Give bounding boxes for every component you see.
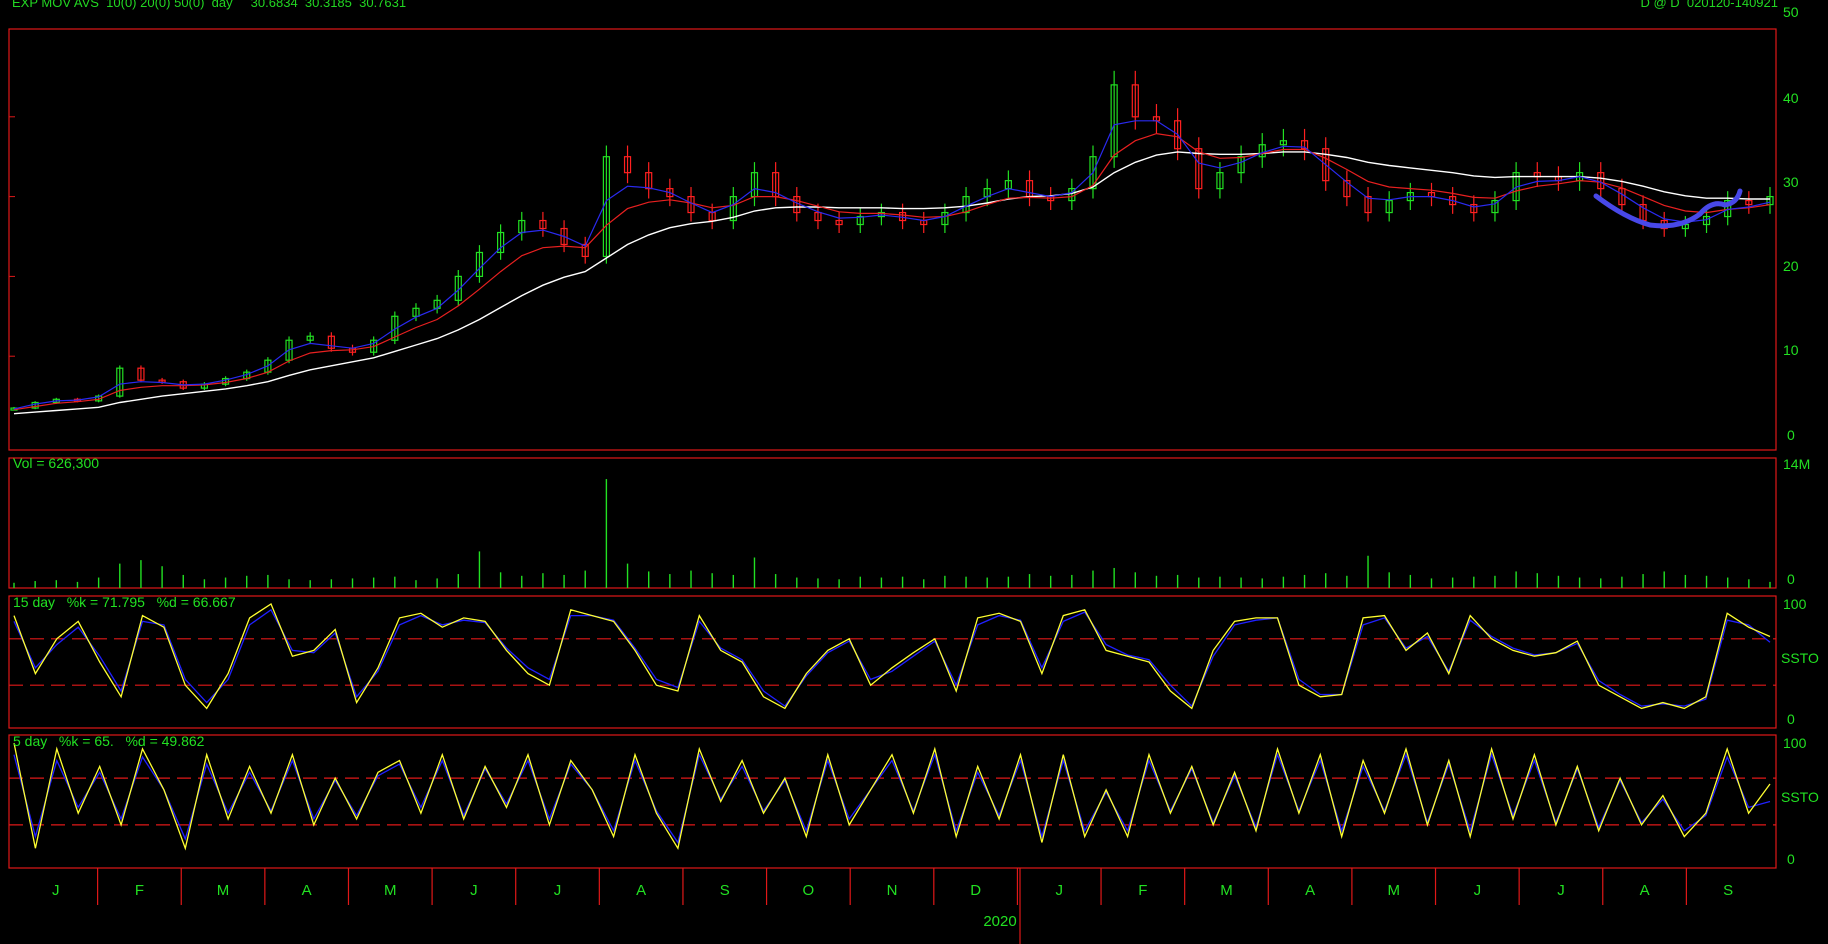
stochastic-lines: [13, 603, 1771, 851]
price-tick-10: 10: [1783, 342, 1799, 358]
volume-tick-max: 14M: [1783, 456, 1811, 472]
stoch5-tick-100: 100: [1783, 735, 1807, 751]
month-label: O: [803, 882, 815, 899]
month-label: F: [1138, 882, 1147, 899]
month-label: D: [970, 882, 981, 899]
month-label: A: [1640, 882, 1650, 899]
month-label: J: [1055, 882, 1063, 899]
ema10-line: [13, 120, 1771, 410]
volume-tick-0: 0: [1787, 571, 1795, 587]
stoch15-k-line: [13, 603, 1771, 710]
x-axis: J F M A M J J A S O N D J F M A M J J A S 2020: [52, 868, 1733, 944]
month-label: S: [1723, 882, 1733, 899]
stoch5-label: 5 day %k = 65. %d = 49.862: [13, 733, 205, 749]
month-label: J: [1557, 882, 1565, 899]
ema50-line: [13, 151, 1770, 415]
month-label: F: [135, 882, 144, 899]
stoch15-ssto-label: SSTO: [1781, 650, 1819, 666]
month-label: A: [302, 882, 312, 899]
price-tick-20: 20: [1783, 258, 1799, 274]
volume-label: Vol = 626,300: [13, 455, 100, 471]
stock-chart-canvas: J F M A M J J A S O N D J F M A M J J A S 2020: [8, 28, 1777, 944]
month-label: A: [1305, 882, 1315, 899]
stoch15-tick-0: 0: [1787, 711, 1795, 727]
price-tick-40: 40: [1783, 90, 1799, 106]
stoch15-label: 15 day %k = 71.795 %d = 66.667: [13, 594, 236, 610]
month-label: S: [720, 882, 730, 899]
stoch15-d-line: [13, 608, 1771, 708]
month-label: N: [887, 882, 898, 899]
month-label: M: [1387, 882, 1400, 899]
price-tick-0: 0: [1787, 427, 1795, 443]
reference-lines: [9, 116, 1776, 826]
price-tick-50: 50: [1783, 4, 1799, 20]
volume-bars: [13, 479, 1771, 588]
price-candles: [10, 70, 1774, 411]
month-label: M: [217, 882, 230, 899]
stoch15-tick-100: 100: [1783, 596, 1807, 612]
moving-average-lines: [13, 120, 1771, 415]
month-label: J: [470, 882, 478, 899]
ema20-line: [13, 132, 1771, 411]
stoch5-ssto-label: SSTO: [1781, 789, 1819, 805]
month-label: J: [52, 882, 60, 899]
month-label: M: [1220, 882, 1233, 899]
year-label: 2020: [983, 913, 1016, 930]
stoch5-tick-0: 0: [1787, 851, 1795, 867]
month-label: J: [1474, 882, 1482, 899]
month-label: A: [636, 882, 646, 899]
price-panel-frame: [8, 28, 1777, 451]
cup-pattern-annotation: [1593, 188, 1743, 229]
volume-panel-frame: [8, 457, 1777, 589]
panel-frames: [8, 28, 1777, 869]
month-label: J: [554, 882, 562, 899]
month-label: M: [384, 882, 397, 899]
price-tick-30: 30: [1783, 174, 1799, 190]
